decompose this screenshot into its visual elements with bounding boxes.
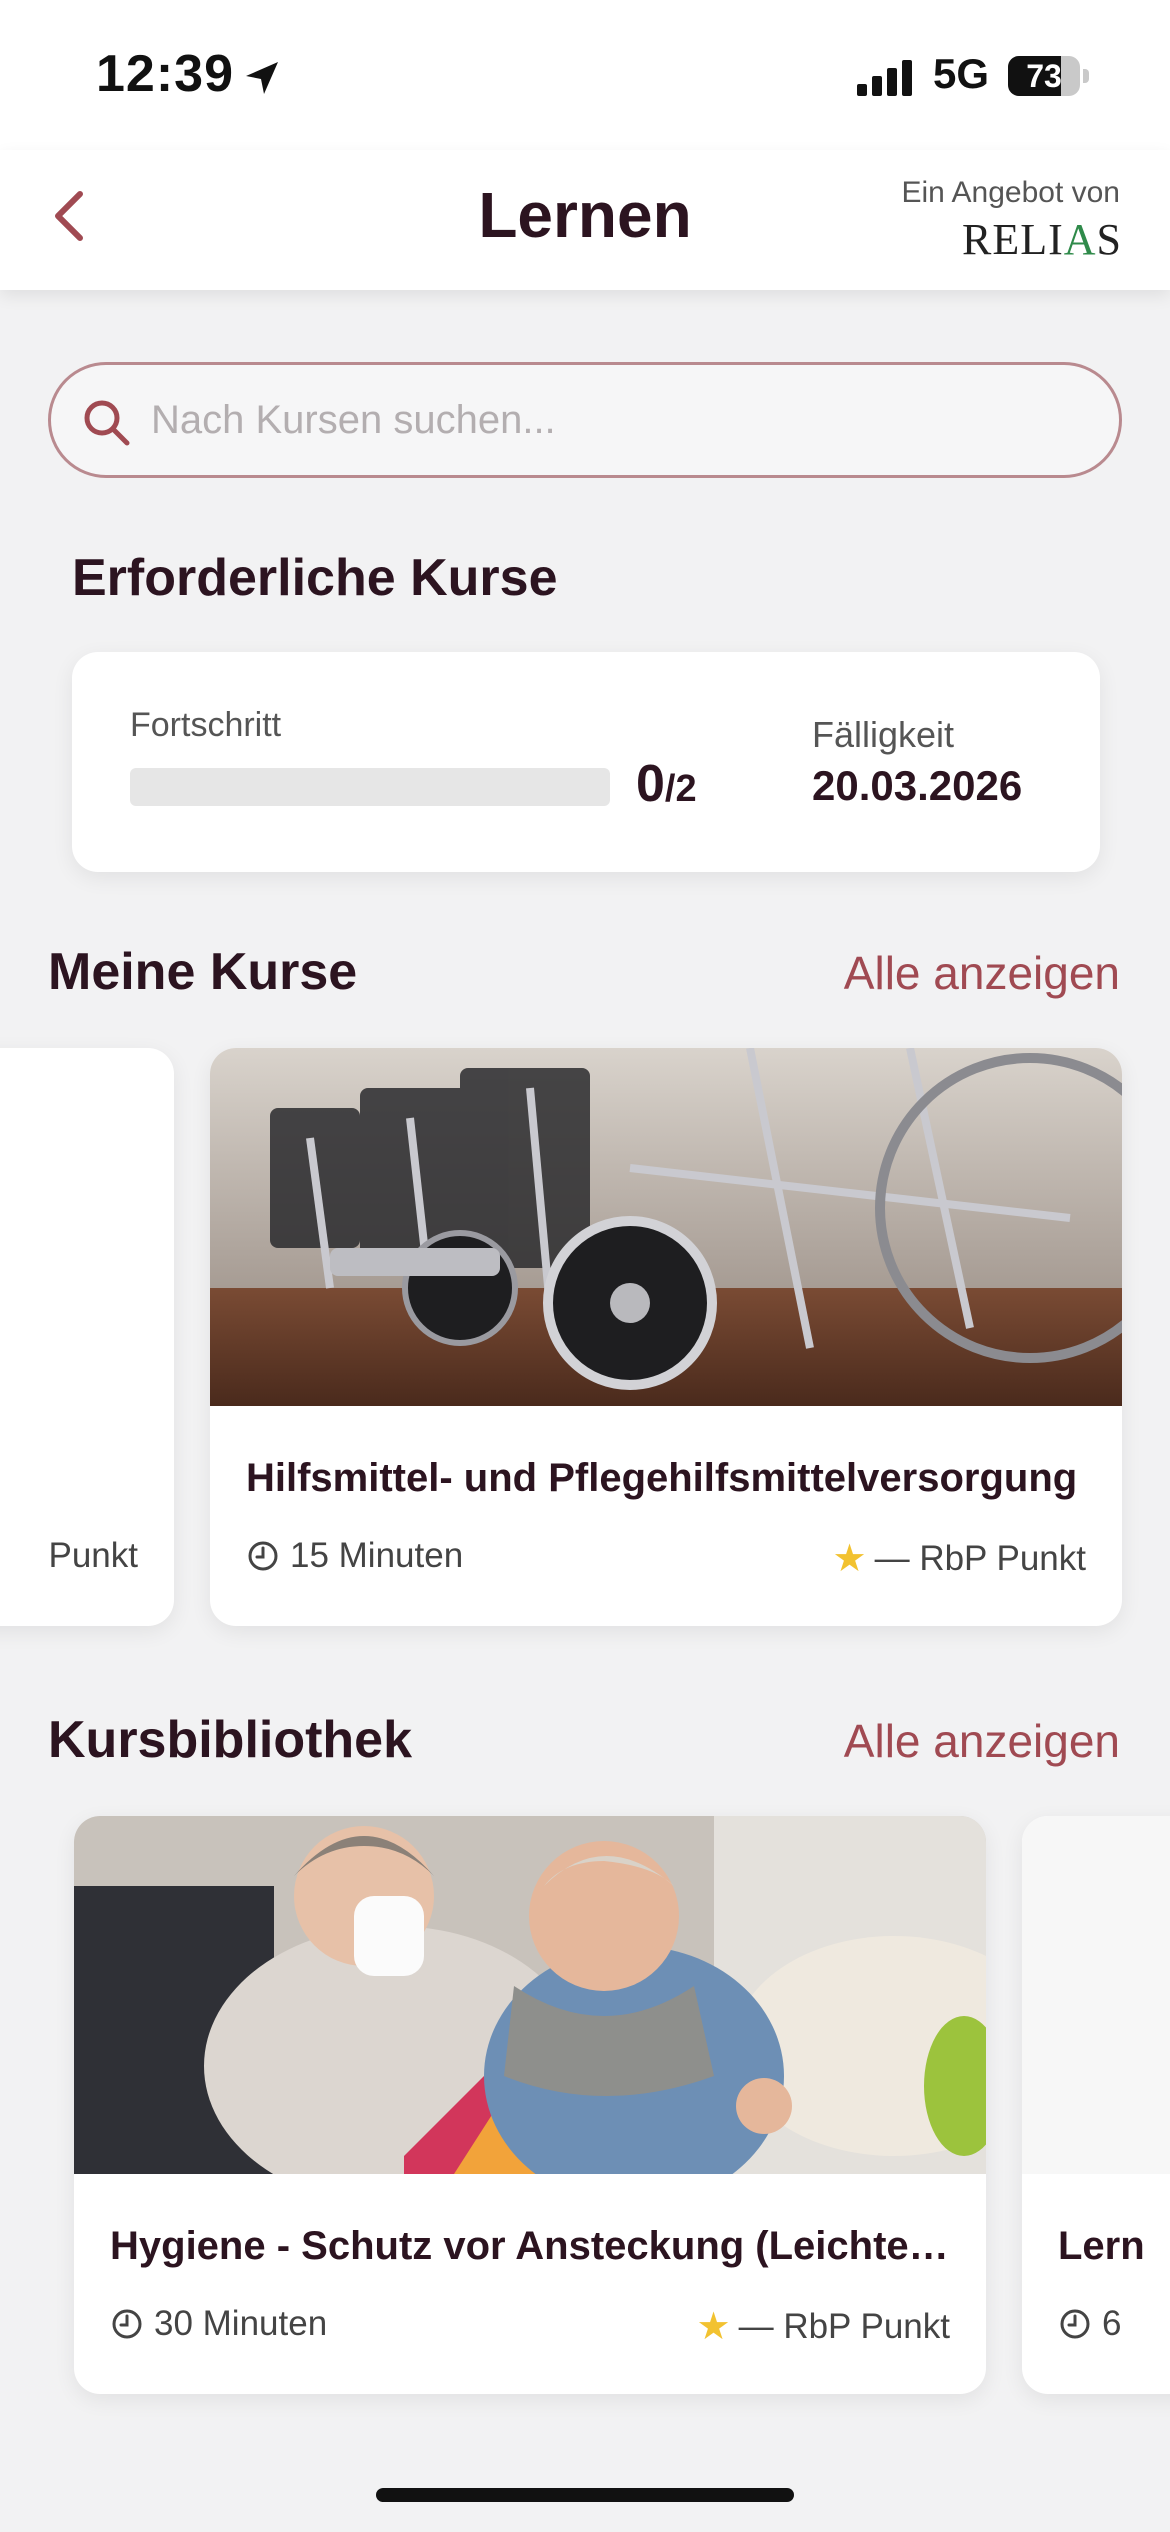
network-type: 5G — [933, 50, 990, 97]
course-points: ★ — RbP Punkt — [832, 1538, 1086, 1580]
course-image-wheelchairs — [210, 1048, 1122, 1406]
course-card[interactable]: Punkt — [0, 1048, 174, 1626]
clock-icon — [1060, 2309, 1090, 2339]
course-points: Punkt — [48, 1536, 139, 1575]
status-time: 12:39 — [96, 45, 234, 103]
required-progress-card[interactable]: Fortschritt 0/2 Fälligkeit 20.03.2026 — [72, 652, 1100, 872]
my-courses-heading: Meine Kurse — [48, 943, 358, 1001]
due-label: Fälligkeit — [812, 714, 955, 755]
my-courses-see-all-link[interactable]: Alle anzeigen — [844, 946, 1120, 1000]
battery-level: 73 — [1026, 58, 1062, 94]
status-bar: 12:39 5G 73 — [0, 0, 1170, 150]
course-duration: 15 Minuten — [246, 1536, 463, 1576]
course-image — [1022, 1816, 1170, 2174]
course-image-hygiene — [74, 1816, 986, 2174]
required-courses-heading: Erforderliche Kurse — [72, 549, 558, 607]
course-duration: 30 Minuten — [110, 2304, 327, 2344]
course-title: Hygiene - Schutz vor Ansteckung (Leichte… — [110, 2224, 950, 2268]
library-heading: Kursbibliothek — [48, 1711, 413, 1769]
home-indicator[interactable] — [376, 2488, 794, 2502]
progress-label: Fortschritt — [130, 706, 282, 744]
progress-bar — [130, 768, 610, 806]
star-icon: ★ — [832, 1538, 867, 1580]
location-arrow-icon — [246, 62, 278, 94]
course-points: ★ — RbP Punkt — [696, 2306, 950, 2348]
course-title: Hilfsmittel- und Pflegehilfsmittelversor… — [246, 1456, 1078, 1500]
learn-screen: 12:39 5G 73 Lernen Ein Angebot von RELIA… — [0, 0, 1170, 2532]
nav-header: Lernen Ein Angebot von RELIAS — [0, 150, 1170, 290]
search-input[interactable] — [151, 365, 1091, 475]
clock-icon — [112, 2309, 142, 2339]
clock-icon — [248, 1541, 278, 1571]
course-card[interactable]: Lern 6 — [1022, 1816, 1170, 2394]
star-icon: ★ — [696, 2306, 731, 2348]
relias-logo: RELIAS — [961, 215, 1122, 264]
course-card[interactable]: Hygiene - Schutz vor Ansteckung (Leichte… — [74, 1816, 986, 2394]
search-bar[interactable] — [48, 362, 1122, 478]
search-icon — [84, 400, 130, 446]
cellular-signal-icon — [857, 60, 912, 96]
brand-tagline: Ein Angebot von — [901, 176, 1120, 209]
due-date: 20.03.2026 — [812, 762, 1023, 809]
battery-icon: 73 — [1008, 56, 1089, 96]
library-see-all-link[interactable]: Alle anzeigen — [844, 1714, 1120, 1768]
course-duration: 6 — [1058, 2304, 1121, 2344]
course-card[interactable]: Hilfsmittel- und Pflegehilfsmittelversor… — [210, 1048, 1122, 1626]
course-title: Lern — [1058, 2224, 1145, 2268]
progress-count: 0/2 — [636, 755, 697, 813]
